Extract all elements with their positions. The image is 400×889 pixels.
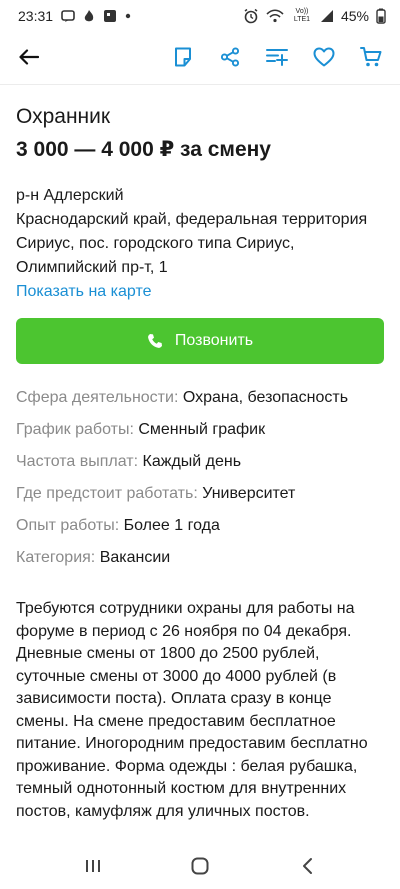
network-label: Vo)) LTE1 — [293, 8, 311, 23]
flame-icon — [83, 9, 95, 23]
param-row: Категория: Вакансии — [16, 546, 386, 578]
param-row: Сфера деятельности: Охрана, безопасность — [16, 386, 386, 418]
note-icon[interactable] — [168, 42, 198, 72]
notification-icon — [61, 9, 75, 23]
dot-icon — [125, 13, 131, 19]
param-row: График работы: Сменный график — [16, 418, 386, 450]
back-arrow-icon[interactable] — [14, 42, 44, 72]
home-icon[interactable] — [180, 846, 220, 886]
filter-list-icon[interactable] — [262, 42, 292, 72]
battery-icon — [376, 8, 386, 24]
battery-level: 45% — [340, 8, 369, 24]
param-value: Каждый день — [142, 453, 242, 470]
system-nav-bar — [0, 843, 400, 889]
param-label: График работы: — [16, 421, 134, 438]
param-value: Охрана, безопасность — [182, 389, 349, 406]
listing-address: Краснодарский край, федеральная территор… — [16, 211, 368, 276]
param-label: Категория: — [16, 549, 96, 566]
share-icon[interactable] — [215, 42, 245, 72]
param-label: Частота выплат: — [16, 453, 139, 470]
phone-icon — [147, 333, 163, 349]
app-bar — [0, 32, 400, 82]
call-button-label: Позвонить — [174, 332, 254, 349]
app-tile-icon — [103, 9, 117, 23]
app-bar-divider — [0, 84, 400, 85]
show-on-map-link[interactable]: Показать на карте — [16, 280, 386, 304]
param-label: Опыт работы: — [16, 517, 120, 534]
listing-header: Охранник 3 000 — 4 000 ₽ за смену р-н Ад… — [16, 104, 386, 304]
signal-icon — [320, 9, 334, 23]
recent-apps-icon[interactable] — [73, 846, 113, 886]
listing-title: Охранник — [16, 105, 111, 128]
param-row: Частота выплат: Каждый день — [16, 450, 386, 482]
param-value: Более 1 года — [123, 517, 220, 534]
call-button[interactable]: Позвонить — [16, 318, 384, 364]
param-label: Где предстоит работать: — [16, 485, 198, 502]
back-nav-icon[interactable] — [287, 846, 327, 886]
heart-icon[interactable] — [309, 42, 339, 72]
param-value: Сменный график — [138, 421, 266, 438]
cart-icon[interactable] — [356, 42, 386, 72]
param-row: Где предстоит работать: Университет — [16, 482, 386, 514]
status-time: 23:31 — [18, 8, 54, 24]
params-list: Сфера деятельности: Охрана, безопасность… — [16, 386, 386, 578]
alarm-icon — [243, 8, 259, 24]
listing-district: р-н Адлерский — [16, 187, 124, 204]
listing-price: 3 000 — 4 000 ₽ за смену — [16, 138, 271, 161]
param-row: Опыт работы: Более 1 года — [16, 514, 386, 546]
status-bar: 23:31 Vo)) LTE1 45% — [0, 0, 400, 32]
param-value: Вакансии — [99, 549, 171, 566]
param-label: Сфера деятельности: — [16, 389, 179, 406]
listing-description: Требуются сотрудники охраны для работы н… — [16, 600, 368, 820]
wifi-icon — [266, 9, 284, 23]
param-value: Университет — [202, 485, 296, 502]
